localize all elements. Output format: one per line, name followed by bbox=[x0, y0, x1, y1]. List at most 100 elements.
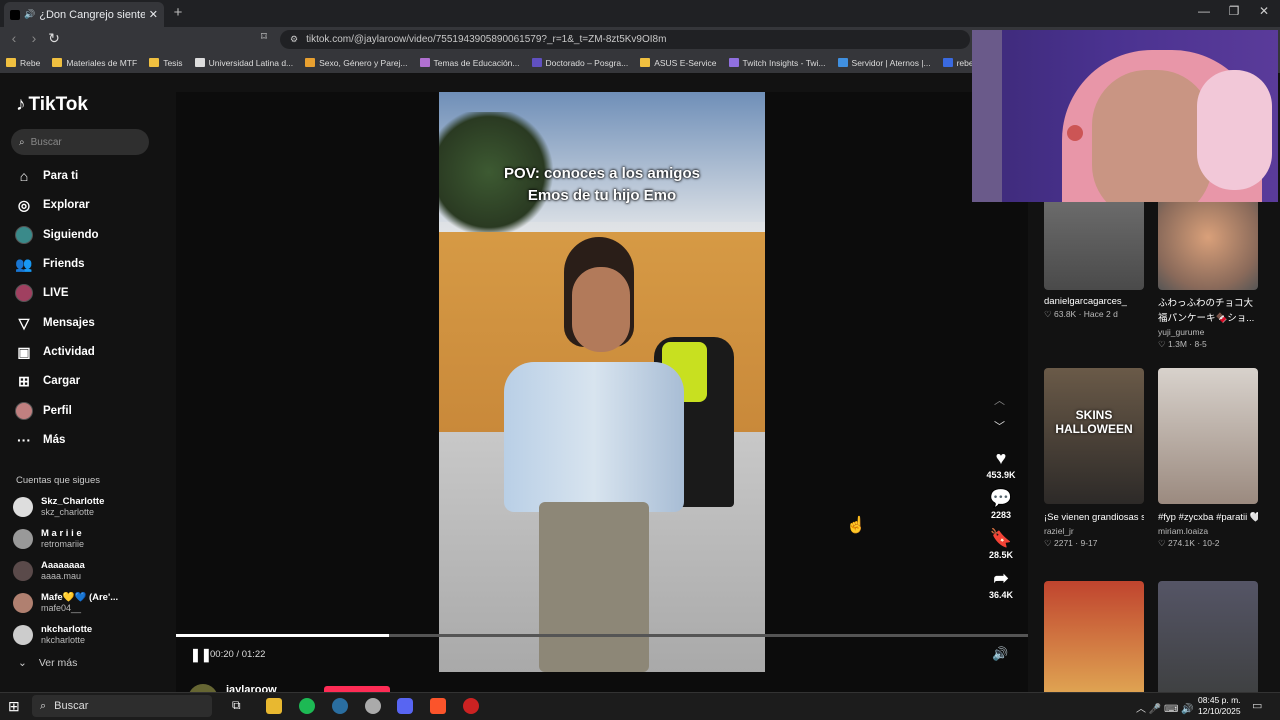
nav-live[interactable]: LIVE bbox=[15, 282, 69, 304]
related-video-card[interactable]: #fyp #zycxba #paratii 🤍 miriam.loaiza ♡ … bbox=[1158, 368, 1258, 549]
file-explorer-icon[interactable] bbox=[266, 698, 282, 714]
obs-icon[interactable] bbox=[365, 698, 381, 714]
author-avatar[interactable] bbox=[188, 684, 218, 692]
author-name[interactable]: jaylaroow bbox=[226, 684, 277, 692]
video-time: 00:20 / 01:22 bbox=[210, 649, 266, 660]
heart-icon: ♥ bbox=[995, 448, 1007, 468]
nav-para-ti[interactable]: ⌂ Para ti bbox=[15, 165, 78, 187]
followed-account[interactable]: M a r i i e retromariie bbox=[13, 525, 84, 553]
spotify-icon[interactable] bbox=[299, 698, 315, 714]
chevron-up-icon[interactable]: ︿ bbox=[994, 392, 1005, 408]
tray-icons[interactable]: ︿ 🎤 ⌨ 🔊 bbox=[1136, 700, 1194, 715]
followed-account[interactable]: Skz_Charlotte skz_charlotte bbox=[13, 493, 104, 521]
related-video-card[interactable]: ふわっふわのチョコ大福パンケーキ🍫ショ... yuji_gurume ♡ 1.3… bbox=[1158, 202, 1258, 350]
bookmark-page-icon[interactable]: ⌑ bbox=[256, 30, 272, 48]
nav-cargar[interactable]: ⊞ Cargar bbox=[15, 370, 80, 392]
search-input[interactable]: ⌕ Buscar bbox=[11, 129, 149, 155]
avatar bbox=[13, 561, 33, 581]
minimize-icon[interactable]: — bbox=[1194, 4, 1214, 22]
folder-icon bbox=[640, 58, 651, 67]
page-icon bbox=[419, 58, 430, 67]
tiktok-favicon-icon bbox=[10, 9, 20, 20]
followed-account[interactable]: Aaaaaaaa aaaa.mau bbox=[13, 557, 85, 585]
discord-icon[interactable] bbox=[397, 698, 413, 714]
plaid-shirt bbox=[504, 362, 684, 512]
nav-perfil[interactable]: Perfil bbox=[15, 400, 72, 422]
avatar bbox=[13, 529, 33, 549]
related-video-card[interactable] bbox=[1158, 581, 1258, 692]
like-button[interactable]: ♥ 453.9K bbox=[982, 446, 1020, 480]
related-video-card[interactable] bbox=[1044, 581, 1144, 692]
video-thumbnail[interactable] bbox=[1044, 202, 1144, 290]
bookmark-item[interactable]: Materiales de MTF bbox=[52, 58, 137, 68]
notifications-icon[interactable]: ▭ bbox=[1252, 699, 1262, 712]
nav-friends[interactable]: 👥 Friends bbox=[15, 253, 84, 275]
volume-icon[interactable]: 🔊 bbox=[992, 646, 1008, 662]
reload-icon[interactable]: ↻ bbox=[46, 30, 62, 48]
profile-avatar bbox=[15, 402, 33, 420]
nav-actividad[interactable]: ▣ Actividad bbox=[15, 341, 94, 363]
taskbar-search[interactable]: ⌕ Buscar bbox=[32, 695, 212, 717]
page-icon bbox=[194, 58, 205, 67]
tiktok-logo[interactable]: ♪ TikTok bbox=[16, 94, 88, 116]
close-tab-icon[interactable]: ✕ bbox=[149, 8, 158, 21]
forward-icon[interactable]: › bbox=[26, 30, 42, 48]
restore-icon[interactable]: ❐ bbox=[1224, 4, 1244, 22]
bookmark-item[interactable]: Doctorado – Posgra... bbox=[531, 58, 628, 68]
speaker-icon[interactable]: 🔊 bbox=[24, 9, 35, 20]
following-avatar bbox=[15, 226, 33, 244]
followed-account[interactable]: Mafe💛💙 (Are'... mafe04__ bbox=[13, 589, 118, 617]
nav-mas[interactable]: ··· Más bbox=[15, 429, 65, 451]
person-face bbox=[572, 267, 630, 352]
nav-explorar[interactable]: ◎ Explorar bbox=[15, 194, 90, 216]
back-icon[interactable]: ‹ bbox=[6, 30, 22, 48]
video-thumbnail[interactable] bbox=[1158, 202, 1258, 290]
chevron-down-icon[interactable]: ﹀ bbox=[994, 418, 1005, 434]
video-thumbnail[interactable] bbox=[1044, 581, 1144, 692]
bookmark-icon: 🔖 bbox=[989, 528, 1013, 548]
task-view-icon[interactable]: ⧉ bbox=[232, 698, 248, 714]
bookmark-item[interactable]: Sexo, Género y Parej... bbox=[305, 58, 408, 68]
steam-icon[interactable] bbox=[332, 698, 348, 714]
author-row: jaylaroow bbox=[176, 680, 1028, 692]
browser-tab[interactable]: 🔊 ¿Don Cangrejo siente la emo... ✕ bbox=[4, 2, 164, 27]
page-icon bbox=[728, 58, 739, 67]
address-bar[interactable]: ⚙ tiktok.com/@jaylaroow/video/7551943905… bbox=[280, 30, 970, 49]
bookmark-item[interactable]: Twitch Insights - Twi... bbox=[728, 58, 826, 68]
new-tab-button[interactable]: + bbox=[170, 4, 186, 22]
video-thumbnail[interactable] bbox=[1158, 581, 1258, 692]
comment-button[interactable]: 💬 2283 bbox=[982, 486, 1020, 520]
related-video-card[interactable]: SKINS HALLOWEEN ¡Se vienen grandiosas sk… bbox=[1044, 368, 1144, 549]
video-thumbnail[interactable]: SKINS HALLOWEEN bbox=[1044, 368, 1144, 504]
related-video-card[interactable]: danielgarcagarces_ ♡ 63.8K · Hace 2 d bbox=[1044, 202, 1144, 320]
brave-icon[interactable] bbox=[430, 698, 446, 714]
bookmark-item[interactable]: ASUS E-Service bbox=[640, 58, 717, 68]
send-icon: ▽ bbox=[18, 314, 30, 331]
video-thumbnail[interactable] bbox=[1158, 368, 1258, 504]
search-placeholder: Buscar bbox=[30, 136, 62, 148]
folder-icon bbox=[149, 58, 160, 67]
share-button[interactable]: ➦ 36.4K bbox=[982, 566, 1020, 600]
recorder-icon[interactable] bbox=[463, 698, 479, 714]
followed-account[interactable]: nkcharlotte nkcharlotte bbox=[13, 621, 92, 649]
windows-start-icon[interactable]: ⊞ bbox=[8, 698, 20, 715]
nav-siguiendo[interactable]: Siguiendo bbox=[15, 224, 99, 246]
friends-icon: 👥 bbox=[15, 255, 33, 272]
more-icon: ··· bbox=[17, 432, 31, 448]
bookmark-item[interactable]: Tesis bbox=[149, 58, 183, 68]
avatar bbox=[13, 593, 33, 613]
site-info-icon[interactable]: ⚙ bbox=[290, 34, 298, 45]
pause-icon[interactable]: ❚❚ bbox=[190, 647, 212, 663]
close-window-icon[interactable]: ✕ bbox=[1254, 4, 1274, 22]
save-button[interactable]: 🔖 28.5K bbox=[982, 526, 1020, 560]
bookmark-item[interactable]: Temas de Educación... bbox=[419, 58, 520, 68]
chevron-down-icon: ⌄ bbox=[18, 657, 27, 669]
taskbar-clock[interactable]: 08:45 p. m. 12/10/2025 bbox=[1198, 695, 1241, 717]
related-videos-panel: danielgarcagarces_ ♡ 63.8K · Hace 2 d ふわ… bbox=[1028, 202, 1280, 692]
bookmark-item[interactable]: Rebe bbox=[6, 58, 40, 68]
see-more-link[interactable]: ⌄ Ver más bbox=[18, 657, 77, 669]
bookmark-item[interactable]: Servidor | Aternos |... bbox=[837, 58, 931, 68]
nav-mensajes[interactable]: ▽ Mensajes bbox=[15, 312, 95, 334]
bookmark-item[interactable]: Universidad Latina d... bbox=[194, 58, 293, 68]
streamer-face bbox=[1092, 70, 1212, 202]
